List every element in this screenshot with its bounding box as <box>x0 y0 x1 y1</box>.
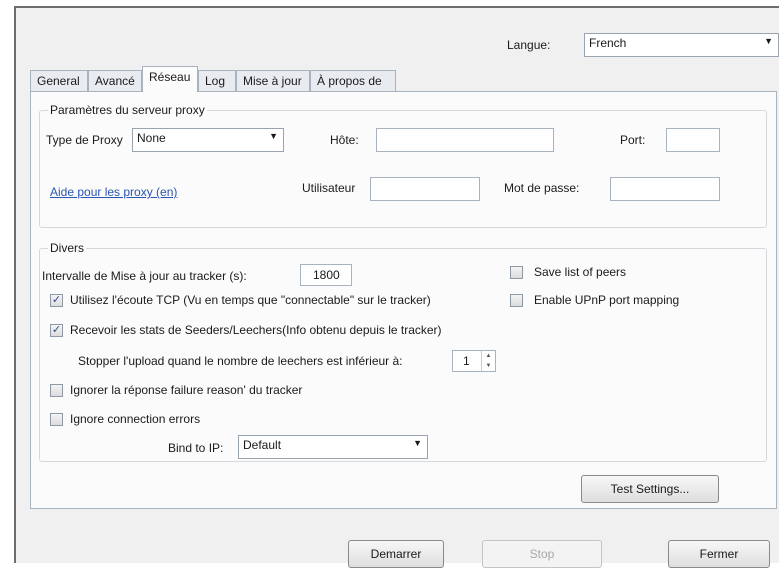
stop-button[interactable]: Stop <box>482 540 602 568</box>
test-settings-label: Test Settings... <box>610 482 690 496</box>
tab-advanced[interactable]: Avancé <box>88 70 142 91</box>
proxy-group-title: Paramètres du serveur proxy <box>48 103 207 117</box>
bind-ip-select[interactable]: Default ▼ <box>238 435 428 459</box>
tab-network-label: Réseau <box>149 70 191 84</box>
seeders-stats-label: Recevoir les stats de Seeders/Leechers(I… <box>70 323 442 337</box>
ignore-errors-label: Ignore connection errors <box>70 412 201 426</box>
upnp-label: Enable UPnP port mapping <box>534 293 680 307</box>
close-button[interactable]: Fermer <box>668 540 770 568</box>
chevron-down-icon: ▼ <box>269 131 278 141</box>
language-label: Langue: <box>507 38 551 52</box>
proxy-type-value: None <box>137 131 166 145</box>
checkmark-icon: ✓ <box>51 294 62 306</box>
port-input[interactable] <box>666 128 720 152</box>
tab-general[interactable]: General <box>30 70 88 91</box>
proxy-type-select[interactable]: None ▼ <box>132 128 284 152</box>
tracker-interval-value: 1800 <box>313 268 340 282</box>
chevron-down-icon: ▼ <box>764 36 773 46</box>
tcp-listen-checkbox[interactable]: ✓ <box>50 294 63 307</box>
tracker-interval-input[interactable]: 1800 <box>300 264 352 286</box>
stop-upload-spinner[interactable]: 1 ▲ ▼ <box>452 350 496 372</box>
tab-network[interactable]: Réseau <box>142 66 198 92</box>
stop-button-label: Stop <box>529 547 555 561</box>
settings-window: Langue: French ▼ General Avancé Réseau L… <box>14 6 779 568</box>
language-select-value: French <box>589 36 627 50</box>
host-input[interactable] <box>376 128 554 152</box>
stop-upload-value: 1 <box>463 354 470 368</box>
ignore-errors-checkbox[interactable] <box>50 413 63 426</box>
spinner-arrows-icon[interactable]: ▲ ▼ <box>481 351 495 371</box>
start-button-label: Demarrer <box>370 547 422 561</box>
tab-log-label: Log <box>205 74 226 88</box>
upnp-checkbox[interactable] <box>510 294 523 307</box>
close-button-label: Fermer <box>699 547 739 561</box>
tab-about-label: À propos de <box>317 74 382 88</box>
tab-update-label: Mise à jour <box>243 74 302 88</box>
chevron-down-icon: ▼ <box>413 438 422 448</box>
tab-update[interactable]: Mise à jour <box>236 70 310 91</box>
network-tab-panel: Paramètres du serveur proxy Type de Prox… <box>30 91 777 509</box>
test-settings-button[interactable]: Test Settings... <box>581 475 719 503</box>
port-label: Port: <box>620 133 646 147</box>
checkmark-icon: ✓ <box>51 324 62 336</box>
password-input[interactable] <box>610 177 720 201</box>
save-peers-checkbox[interactable] <box>510 266 523 279</box>
bind-ip-label: Bind to IP: <box>168 441 224 455</box>
stop-upload-label: Stopper l'upload quand le nombre de leec… <box>78 354 403 368</box>
tracker-interval-label: Intervalle de Mise à jour au tracker (s)… <box>42 269 247 283</box>
tab-about[interactable]: À propos de <box>310 70 396 91</box>
proxy-type-label: Type de Proxy <box>46 133 123 147</box>
host-label: Hôte: <box>330 133 359 147</box>
ignore-failure-label: Ignorer la réponse failure reason' du tr… <box>70 383 303 397</box>
seeders-stats-checkbox[interactable]: ✓ <box>50 324 63 337</box>
language-select[interactable]: French ▼ <box>584 33 779 57</box>
user-input[interactable] <box>370 177 480 201</box>
proxy-help-link[interactable]: Aide pour les proxy (en) <box>50 185 177 199</box>
proxy-group: Paramètres du serveur proxy Type de Prox… <box>39 103 767 228</box>
bind-ip-value: Default <box>243 438 282 452</box>
tcp-listen-label: Utilisez l'écoute TCP (Vu en temps que "… <box>70 293 431 307</box>
start-button[interactable]: Demarrer <box>348 540 444 568</box>
tab-log[interactable]: Log <box>198 70 236 91</box>
save-peers-label: Save list of peers <box>534 265 627 279</box>
misc-group-title: Divers <box>48 241 87 255</box>
user-label: Utilisateur <box>302 181 356 195</box>
ignore-failure-checkbox[interactable] <box>50 384 63 397</box>
tab-general-label: General <box>37 74 80 88</box>
tab-advanced-label: Avancé <box>95 74 135 88</box>
misc-group: Divers Intervalle de Mise à jour au trac… <box>39 241 767 462</box>
password-label: Mot de passe: <box>504 181 580 195</box>
